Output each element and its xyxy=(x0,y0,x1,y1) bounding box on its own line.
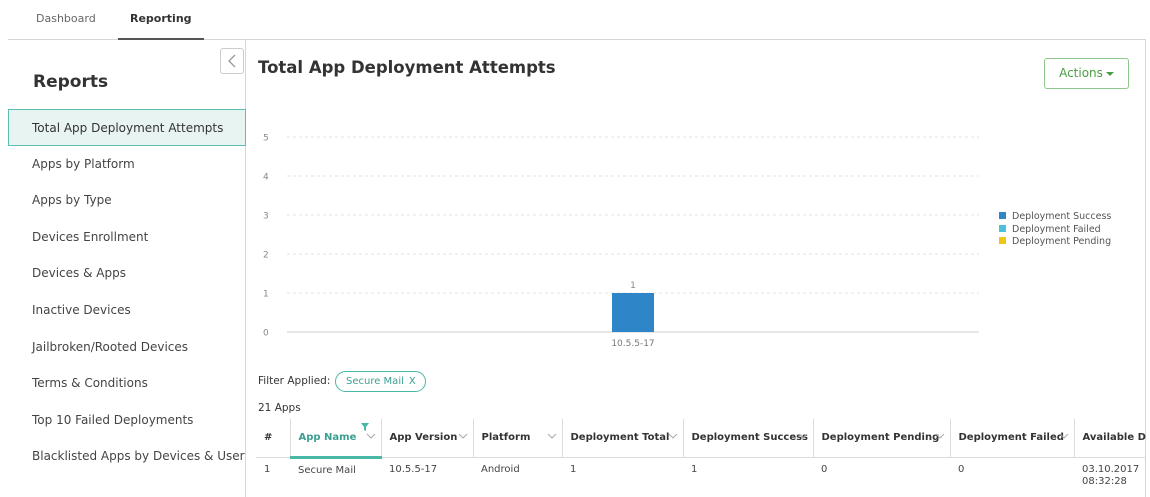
remove-filter-icon[interactable]: X xyxy=(409,376,416,387)
cell-app-version: 10.5.5-17 xyxy=(389,463,438,475)
column-label: Deployment Total xyxy=(570,432,670,444)
legend-label: Deployment Success xyxy=(1012,211,1112,222)
column-header-app-name[interactable]: App Name xyxy=(290,419,382,459)
y-tick-label: 1 xyxy=(263,290,269,300)
legend-item-deployment-failed[interactable]: Deployment Failed xyxy=(999,224,1111,236)
x-tick-label: 10.5.5-17 xyxy=(611,339,654,349)
y-tick-label: 4 xyxy=(263,173,269,183)
reports-list: Total App Deployment Attempts Apps by Pl… xyxy=(8,109,246,475)
column-header-app-version[interactable]: App Version xyxy=(381,419,474,458)
sidebar-title: Reports xyxy=(33,72,109,92)
top-navigation: Dashboard Reporting xyxy=(8,0,1146,40)
y-tick-label: 2 xyxy=(263,251,269,261)
sidebar-item-terms-and-conditions[interactable]: Terms & Conditions xyxy=(8,365,246,402)
legend-item-deployment-success[interactable]: Deployment Success xyxy=(999,211,1111,223)
column-label: Deployment Failed xyxy=(958,432,1064,444)
sidebar-item-blacklisted-apps[interactable]: Blacklisted Apps by Devices & User xyxy=(8,438,246,475)
sidebar-item-devices-enrollment[interactable]: Devices Enrollment xyxy=(8,219,246,256)
legend-swatch-pending xyxy=(999,237,1006,244)
filter-chip-secure-mail[interactable]: Secure Mail X xyxy=(335,371,426,392)
column-label: App Name xyxy=(298,431,357,443)
sidebar-item-top-10-failed-deployments[interactable]: Top 10 Failed Deployments xyxy=(8,402,246,439)
tab-reporting-label: Reporting xyxy=(130,12,192,25)
legend-swatch-success xyxy=(999,212,1006,219)
column-label: Deployment Pending xyxy=(821,432,940,444)
chevron-down-icon[interactable] xyxy=(935,433,945,440)
y-tick-label: 0 xyxy=(263,329,269,339)
chevron-down-icon[interactable] xyxy=(668,433,678,440)
filter-chip-label: Secure Mail xyxy=(346,376,404,387)
chevron-down-icon[interactable] xyxy=(798,433,808,440)
apps-table: # App Name App Version Platform Deployme… xyxy=(256,419,1146,493)
legend-swatch-failed xyxy=(999,224,1006,232)
column-label: Platform xyxy=(481,432,531,444)
sidebar-item-apps-by-type[interactable]: Apps by Type xyxy=(8,182,246,219)
deployment-chart: 0 1 2 3 4 5 1 10.5.5-17 xyxy=(263,134,979,349)
legend-label: Deployment Pending xyxy=(1012,236,1112,247)
cell-deployment-failed: 0 xyxy=(958,463,965,475)
cell-platform: Android xyxy=(481,463,520,475)
cell-deployment-pending: 0 xyxy=(821,463,828,475)
filter-applied-label: Filter Applied: xyxy=(258,375,331,387)
y-tick-label: 3 xyxy=(263,212,269,222)
chevron-down-icon[interactable] xyxy=(458,433,468,440)
main-content: Total App Deployment Attempts Actions 01… xyxy=(247,40,1146,497)
sidebar-item-apps-by-platform[interactable]: Apps by Platform xyxy=(8,146,246,183)
collapse-sidebar-button[interactable] xyxy=(220,48,244,74)
column-header-deployment-success[interactable]: Deployment Success xyxy=(683,419,814,458)
sidebar: Reports Total App Deployment Attempts Ap… xyxy=(8,40,246,497)
column-header-platform[interactable]: Platform xyxy=(473,419,563,458)
table-header-row: # App Name App Version Platform Deployme… xyxy=(256,419,1146,459)
column-header-available-date[interactable]: Available D xyxy=(1074,419,1146,458)
tab-dashboard[interactable]: Dashboard xyxy=(32,0,100,40)
apps-count: 21 Apps xyxy=(258,402,301,414)
column-label: Available D xyxy=(1082,432,1146,444)
chevron-down-icon[interactable] xyxy=(547,433,557,440)
filter-funnel-icon xyxy=(360,423,369,431)
column-label: App Version xyxy=(389,432,458,444)
sidebar-item-total-app-deployment-attempts[interactable]: Total App Deployment Attempts xyxy=(8,109,246,146)
cell-available-date: 03.10.2017 08:32:28 xyxy=(1082,463,1140,487)
sidebar-item-devices-and-apps[interactable]: Devices & Apps xyxy=(8,255,246,292)
chevron-down-icon[interactable] xyxy=(1059,433,1069,440)
bar xyxy=(612,293,654,332)
sidebar-item-inactive-devices[interactable]: Inactive Devices xyxy=(8,292,246,329)
column-label: # xyxy=(264,432,273,444)
column-header-index: # xyxy=(256,419,291,458)
chevron-left-icon xyxy=(228,54,236,68)
tab-reporting[interactable]: Reporting xyxy=(118,0,204,40)
data-label: 1 xyxy=(630,281,636,291)
legend-item-deployment-pending[interactable]: Deployment Pending xyxy=(999,236,1111,248)
cell-app-name: Secure Mail xyxy=(298,464,356,476)
chart-legend: Deployment Success Deployment Failed Dep… xyxy=(999,211,1111,249)
column-header-deployment-failed[interactable]: Deployment Failed xyxy=(950,419,1075,458)
y-tick-label: 5 xyxy=(263,134,269,144)
column-header-deployment-total[interactable]: Deployment Total xyxy=(562,419,684,458)
cell-deployment-total: 1 xyxy=(570,463,577,475)
column-header-deployment-pending[interactable]: Deployment Pending xyxy=(813,419,951,458)
tab-dashboard-label: Dashboard xyxy=(36,12,96,25)
legend-label: Deployment Failed xyxy=(1012,223,1101,235)
cell-deployment-success: 1 xyxy=(691,463,698,475)
sidebar-item-jailbroken-rooted-devices[interactable]: Jailbroken/Rooted Devices xyxy=(8,329,246,366)
column-label: Deployment Success xyxy=(691,432,809,444)
cell-index: 1 xyxy=(264,463,271,475)
table-row[interactable]: 1 Secure Mail 10.5.5-17 Android 1 1 0 0 … xyxy=(256,457,1146,493)
chevron-down-icon[interactable] xyxy=(366,433,376,440)
